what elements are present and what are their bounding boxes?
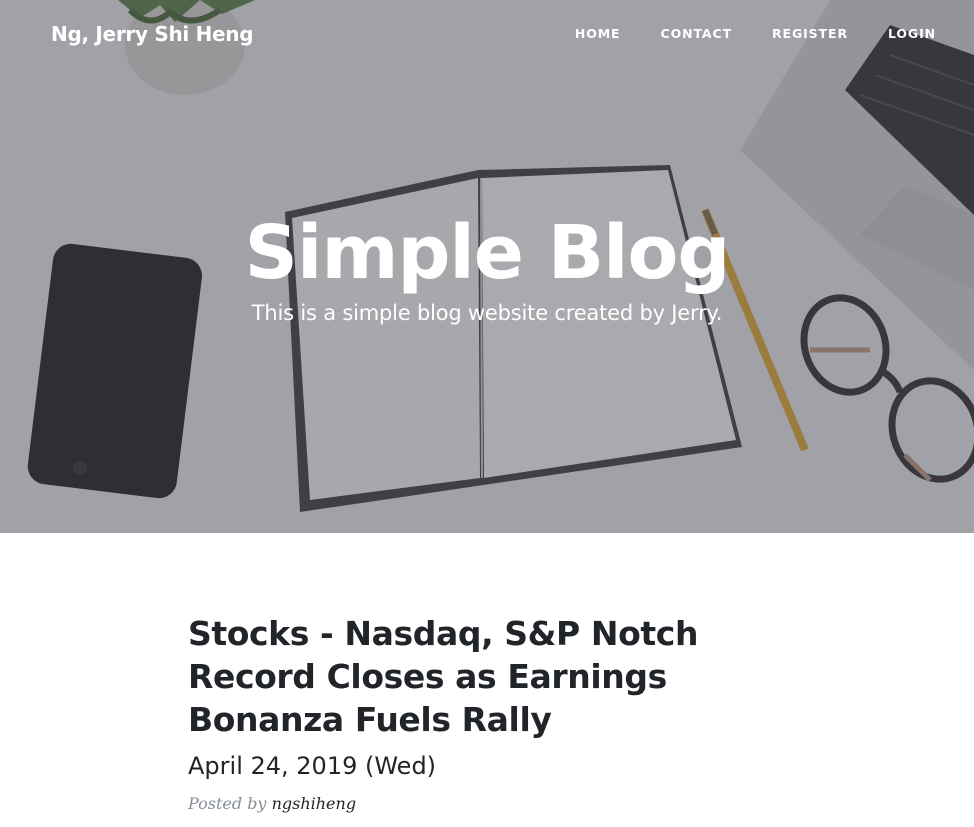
post-date: April 24, 2019 (Wed) (188, 752, 437, 780)
main-nav: HOME CONTACT REGISTER LOGIN (535, 26, 936, 41)
nav-link-register[interactable]: REGISTER (772, 26, 848, 41)
navbar-brand[interactable]: Ng, Jerry Shi Heng (51, 22, 254, 46)
post-preview: Stocks - Nasdaq, S&P Notch Record Closes… (188, 612, 788, 813)
site-heading: Simple Blog This is a simple blog websit… (0, 205, 974, 325)
post-meta: Posted by ngshiheng (188, 794, 788, 813)
post-meta-prefix: Posted by (188, 794, 267, 813)
site-subheading: This is a simple blog website created by… (251, 301, 723, 325)
masthead: Ng, Jerry Shi Heng HOME CONTACT REGISTER… (0, 0, 974, 533)
nav-link-login[interactable]: LOGIN (888, 26, 936, 41)
nav-link-contact[interactable]: CONTACT (661, 26, 733, 41)
post-title-link[interactable]: Stocks - Nasdaq, S&P Notch Record Closes… (188, 612, 788, 741)
nav-link-home[interactable]: HOME (575, 26, 621, 41)
post-author-link[interactable]: ngshiheng (272, 794, 357, 813)
site-title: Simple Blog (244, 210, 731, 296)
